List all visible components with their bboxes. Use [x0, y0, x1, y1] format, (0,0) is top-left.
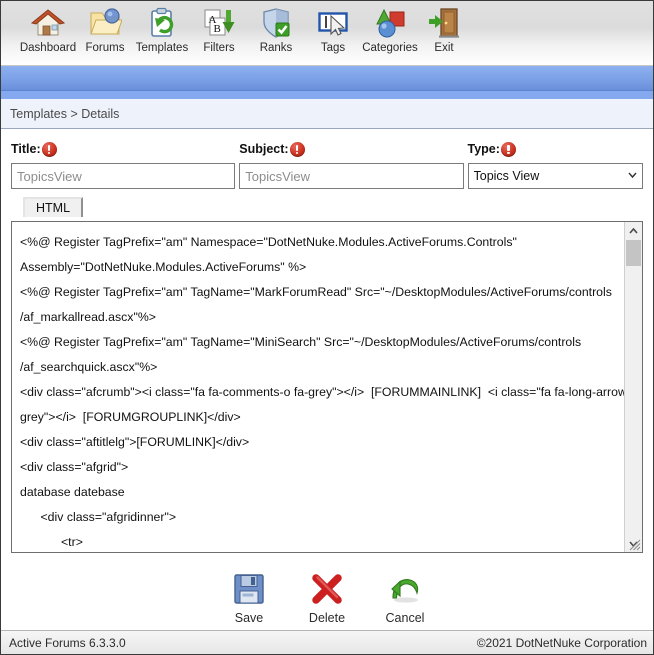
type-label-group: Type:: [468, 139, 644, 159]
save-button[interactable]: Save: [221, 569, 277, 625]
shield-check-icon: [245, 5, 307, 41]
delete-button[interactable]: Delete: [299, 569, 355, 625]
tab-html[interactable]: HTML: [23, 197, 83, 217]
clipboard-refresh-icon: [131, 5, 193, 41]
editor-tab-strip: HTML: [11, 197, 643, 219]
copyright-label: ©2021 DotNetNuke Corporation: [477, 636, 647, 650]
scrollbar-thumb[interactable]: [626, 240, 641, 266]
toolbar-label: Filters: [193, 41, 245, 55]
warning-icon: [501, 142, 516, 157]
accent-band: [1, 66, 653, 91]
form-fields-row: Title: Subject: Type:: [11, 139, 643, 189]
toolbar-label: Categories: [359, 41, 421, 55]
code-line: database datebase: [20, 480, 618, 505]
type-label: Type:: [468, 142, 500, 156]
red-x-icon: [299, 569, 355, 609]
accent-strip: [1, 91, 653, 99]
field-subject: Subject:: [239, 139, 463, 189]
subject-label: Subject:: [239, 142, 288, 156]
type-select-wrap: Topics View: [468, 163, 644, 189]
breadcrumb-bar: Templates > Details: [1, 99, 653, 129]
action-button-bar: Save Delete: [11, 569, 643, 625]
toolbar-item-exit[interactable]: Exit: [421, 1, 467, 55]
ab-sort-down-icon: A B: [193, 5, 245, 41]
svg-text:B: B: [214, 23, 221, 35]
code-line: <div class="aftitlelg">[FORUMLINK]</div>: [20, 430, 618, 455]
toolbar-item-tags[interactable]: Tags: [307, 1, 359, 55]
toolbar-item-dashboard[interactable]: Dashboard: [17, 1, 79, 55]
toolbar-item-ranks[interactable]: Ranks: [245, 1, 307, 55]
active-forums-admin-window: Dashboard Forums: [0, 0, 654, 655]
code-line: <tr>: [20, 530, 618, 552]
code-line: /af_searchquick.ascx"%>: [20, 355, 618, 380]
editor-lines: <%@ Register TagPrefix="am" Namespace="D…: [12, 222, 624, 552]
code-line: /af_markallread.ascx"%>: [20, 305, 618, 330]
type-select[interactable]: Topics View: [468, 163, 644, 189]
subject-label-group: Subject:: [239, 139, 463, 159]
door-exit-icon: [421, 5, 467, 41]
main-content: Title: Subject: Type:: [1, 129, 653, 630]
scroll-down-icon[interactable]: [625, 535, 642, 552]
cancel-label: Cancel: [377, 611, 433, 625]
field-title: Title:: [11, 139, 235, 189]
code-line: <div class="afcrumb"><i class="fa fa-com…: [20, 380, 618, 405]
floppy-disk-icon: [221, 569, 277, 609]
code-line: <%@ Register TagPrefix="am" TagName="Min…: [20, 330, 618, 355]
toolbar-label: Exit: [421, 41, 467, 55]
title-input[interactable]: [11, 163, 235, 189]
code-line: <%@ Register TagPrefix="am" TagName="Mar…: [20, 280, 618, 305]
warning-icon: [290, 142, 305, 157]
status-bar: Active Forums 6.3.3.0 ©2021 DotNetNuke C…: [1, 630, 653, 654]
green-undo-arrow-icon: [377, 569, 433, 609]
shapes-icon: [359, 5, 421, 41]
house-icon: [17, 5, 79, 41]
toolbar-item-filters[interactable]: A B Filters: [193, 1, 245, 55]
breadcrumb[interactable]: Templates > Details: [10, 107, 119, 121]
code-line: <div class="afgridinner">: [20, 505, 618, 530]
toolbar-label: Ranks: [245, 41, 307, 55]
title-label-group: Title:: [11, 139, 235, 159]
code-line: grey"></i> [FORUMGROUPLINK]</div>: [20, 405, 618, 430]
scroll-up-icon[interactable]: [625, 222, 642, 239]
toolbar-item-templates[interactable]: Templates: [131, 1, 193, 55]
warning-icon: [42, 142, 57, 157]
toolbar-item-forums[interactable]: Forums: [79, 1, 131, 55]
subject-input[interactable]: [239, 163, 463, 189]
code-line: <div class="afgrid">: [20, 455, 618, 480]
toolbar-label: Templates: [131, 41, 193, 55]
cancel-button[interactable]: Cancel: [377, 569, 433, 625]
toolbar-label: Forums: [79, 41, 131, 55]
title-label: Title:: [11, 142, 41, 156]
cursor-select-icon: [307, 5, 359, 41]
toolbar-item-categories[interactable]: Categories: [359, 1, 421, 55]
save-label: Save: [221, 611, 277, 625]
field-type: Type: Topics View: [468, 139, 644, 189]
version-label: Active Forums 6.3.3.0: [9, 636, 126, 650]
editor-scrollbar[interactable]: [624, 222, 642, 552]
code-line: Assembly="DotNetNuke.Modules.ActiveForum…: [20, 255, 618, 280]
delete-label: Delete: [299, 611, 355, 625]
html-source-editor[interactable]: <%@ Register TagPrefix="am" Namespace="D…: [11, 221, 643, 553]
toolbar-label: Dashboard: [17, 41, 79, 55]
toolbar-label: Tags: [307, 41, 359, 55]
main-toolbar: Dashboard Forums: [1, 1, 653, 66]
code-line: <%@ Register TagPrefix="am" Namespace="D…: [20, 230, 618, 255]
folder-search-icon: [79, 5, 131, 41]
